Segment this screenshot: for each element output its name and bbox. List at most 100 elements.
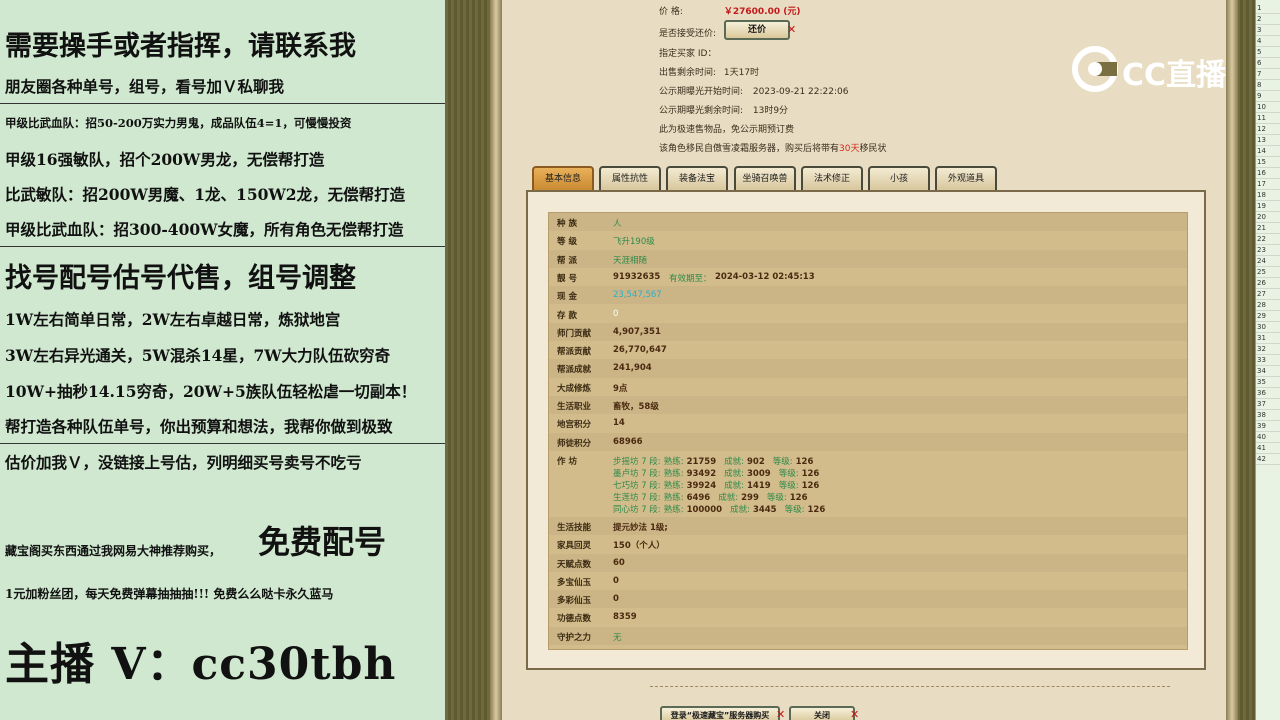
strip-number: 29 xyxy=(1257,312,1266,320)
note-2-a: 该角色移民自傲雪凌霜服务器，购买后将带有 xyxy=(659,144,840,154)
strip-cell: 33 xyxy=(1256,356,1280,366)
table-row: 等 级 飞升190级 xyxy=(549,231,1187,249)
table-row: 功德点数 8359 xyxy=(549,608,1187,626)
strip-cell: 3 xyxy=(1256,26,1280,36)
close-icon: ✕ xyxy=(850,708,860,720)
row-label: 种 族 xyxy=(557,219,577,229)
tab-children[interactable]: 小孩 xyxy=(868,166,930,190)
row-label: 等 级 xyxy=(557,237,577,248)
window-frame-left xyxy=(490,0,502,720)
strip-cell: 19 xyxy=(1256,202,1280,212)
remain-value: 1天17时 xyxy=(723,68,760,78)
workshop-b: 3009 xyxy=(747,468,771,479)
row-label: 作 坊 xyxy=(557,456,577,467)
row-label: 靓 号 xyxy=(557,273,577,284)
strip-number: 38 xyxy=(1257,411,1266,419)
row-label: 多彩仙玉 xyxy=(557,596,592,607)
strip-number: 4 xyxy=(1257,37,1262,45)
workshop-a: 39924 xyxy=(686,480,717,491)
strip-number: 21 xyxy=(1257,224,1266,232)
pub-remain-label: 公示期曝光剩余时间: xyxy=(659,106,744,116)
info-panel: 种 族 人等 级 飞升190级帮 派 天涯相随靓 号 91932635 有效期至： 2024… xyxy=(526,190,1206,670)
bargain-row: 是否接受还价: xyxy=(659,26,721,39)
tab-equipment[interactable]: 装备法宝 xyxy=(666,166,728,190)
strip-number: 18 xyxy=(1257,191,1266,199)
workshop-a-label: 熟练: xyxy=(663,504,684,515)
row-value: 91932635 xyxy=(613,271,661,282)
strip-cell: 37 xyxy=(1256,400,1280,410)
strip-number: 3 xyxy=(1257,26,1262,34)
workshop-name: 墨卢坊 7 段: xyxy=(613,468,661,479)
workshop-a-label: 熟练: xyxy=(663,492,684,503)
strip-cell: 25 xyxy=(1256,268,1280,278)
table-row: 靓 号 91932635 有效期至： 2024-03-12 02:45:13 xyxy=(549,268,1187,286)
login-buy-button[interactable]: 登录“极速藏宝”服务器购买 xyxy=(660,706,780,720)
row-label: 多宝仙玉 xyxy=(557,577,592,588)
table-row: 帮派成就 241,904 xyxy=(549,359,1187,378)
strip-cell: 32 xyxy=(1256,345,1280,355)
basic-info-table: 种 族 人等 级 飞升190级帮 派 天涯相随靓 号 91932635 有效期至： 2024… xyxy=(548,212,1188,650)
workshop-a: 21759 xyxy=(686,456,717,467)
close-button[interactable]: 关闭 xyxy=(789,706,855,720)
strip-number: 20 xyxy=(1257,213,1266,221)
tab-basic-info[interactable]: 基本信息 xyxy=(532,166,594,190)
strip-cell: 36 xyxy=(1256,389,1280,399)
tab-mounts-pets[interactable]: 坐骑召唤兽 xyxy=(734,166,796,190)
strip-cell: 15 xyxy=(1256,158,1280,168)
note-2: 该角色移民自傲雪凌霜服务器，购买后将带有30天移民状 xyxy=(659,141,886,154)
price-label: 价 格: xyxy=(659,7,683,17)
table-row: 师门贡献 4,907,351 xyxy=(549,322,1187,342)
row-value: 14 xyxy=(613,418,625,429)
row-value: 畜牧，58级 xyxy=(613,402,659,412)
workshop-c-label: 等级: xyxy=(766,492,787,503)
buyer-label: 指定买家 ID： xyxy=(659,49,717,59)
tab-appearance[interactable]: 外观道具 xyxy=(935,166,997,190)
row-label: 大成修炼 xyxy=(557,383,592,394)
bottom-divider xyxy=(650,686,1170,687)
tab-attributes[interactable]: 属性抗性 xyxy=(599,166,661,190)
overlay-divider xyxy=(0,103,445,104)
workshop-a-label: 熟练: xyxy=(663,456,684,467)
strip-cell: 11 xyxy=(1256,114,1280,124)
strip-cell: 7 xyxy=(1256,70,1280,80)
workshop-b: 299 xyxy=(741,492,759,503)
row-value: 0 xyxy=(613,575,619,586)
price-value: ￥27600.00 (元) xyxy=(723,7,801,17)
stream-overlay-panel: 需要操手或者指挥，请联系我 朋友圈各种单号，组号，看号加Ｖ私聊我 甲级比武血队：… xyxy=(0,0,445,720)
strip-number: 2 xyxy=(1257,15,1262,23)
strip-number: 6 xyxy=(1257,59,1262,67)
strip-cell: 42 xyxy=(1256,455,1280,465)
strip-cell: 22 xyxy=(1256,235,1280,245)
overlay-line-2: 朋友圈各种单号，组号，看号加Ｖ私聊我 xyxy=(5,77,285,96)
bargain-button[interactable]: 还价 xyxy=(724,20,790,40)
close-icon: ✕ xyxy=(776,708,786,720)
strip-number: 33 xyxy=(1257,356,1266,364)
window-frame-right xyxy=(1226,0,1238,720)
workshop-a-label: 熟练: xyxy=(663,468,684,479)
cc-logo-text: CC直播 xyxy=(1122,58,1227,93)
strip-number: 30 xyxy=(1257,323,1266,331)
row-label: 帮 派 xyxy=(557,255,577,266)
strip-cell: 29 xyxy=(1256,312,1280,322)
workshop-name: 生莲坊 7 段: xyxy=(613,492,661,503)
row-label: 生活技能 xyxy=(557,522,592,533)
tab-spell-correction[interactable]: 法术修正 xyxy=(801,166,863,190)
strip-number: 24 xyxy=(1257,257,1266,265)
strip-number: 40 xyxy=(1257,433,1266,441)
table-row: 天赋点数 60 xyxy=(549,553,1187,572)
pub-start-value: 2023-09-21 22:22:06 xyxy=(752,87,849,97)
strip-number: 14 xyxy=(1257,147,1266,155)
row-value: 23,547,567 xyxy=(613,290,662,301)
workshop-list: 步摇坊 7 段: 熟练: 21759 成就: 902 等级: 126 墨卢坊 7 段: 熟练: 9… xyxy=(613,455,833,515)
strip-cell: 24 xyxy=(1256,257,1280,267)
strip-cell: 34 xyxy=(1256,367,1280,377)
remain-label: 出售剩余时间: xyxy=(659,68,717,78)
table-row: 师徒积分 68966 xyxy=(549,432,1187,451)
workshop-c-label: 等级: xyxy=(772,456,793,467)
table-row: 家具回灵 150（个人） xyxy=(549,535,1187,553)
strip-number: 19 xyxy=(1257,202,1266,210)
overlay-line-6: 甲级比武血队：招300-400W女魔，所有角色无偿帮打造 xyxy=(5,220,404,239)
table-row: 地宫积分 14 xyxy=(549,414,1187,432)
row-value: 241,904 xyxy=(613,363,652,374)
cc-logo-icon xyxy=(1072,46,1118,92)
